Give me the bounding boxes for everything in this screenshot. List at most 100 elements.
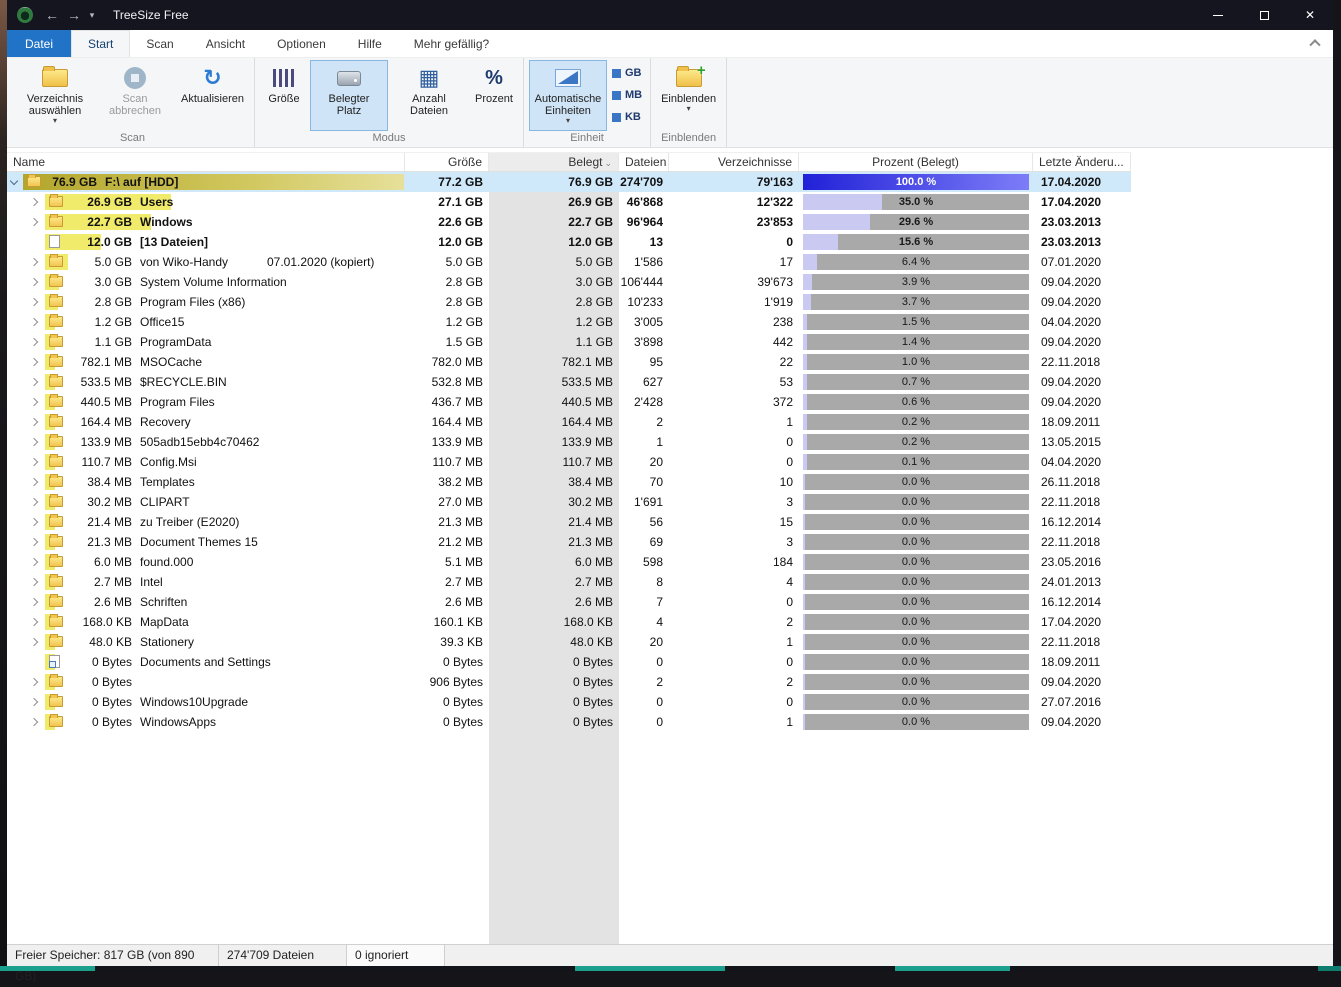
size-bars-icon — [273, 69, 295, 87]
expander-icon[interactable] — [31, 398, 41, 408]
table-row[interactable]: 440.5 MBProgram Files436.7 MB440.5 MB2'4… — [7, 392, 1131, 412]
unit-button-kb[interactable]: KB — [608, 106, 646, 128]
expander-icon[interactable] — [31, 338, 41, 348]
column-header-name[interactable]: Name — [7, 153, 405, 171]
table-row[interactable]: 0 BytesWindows10Upgrade0 Bytes0 Bytes000… — [7, 692, 1131, 712]
expander-icon[interactable] — [11, 178, 21, 188]
table-row[interactable]: 38.4 MBTemplates38.2 MB38.4 MB70100.0 %2… — [7, 472, 1131, 492]
einblenden-button[interactable]: Einblenden▾ — [656, 60, 721, 131]
expander-icon[interactable] — [31, 558, 41, 568]
unit-button-mb[interactable]: MB — [608, 84, 646, 106]
scan-abbrechen-button[interactable]: Scan abbrechen — [96, 60, 174, 131]
column-header-prozent-belegt[interactable]: Prozent (Belegt) — [799, 153, 1033, 171]
expander-icon[interactable] — [31, 478, 41, 488]
prozent-button[interactable]: %Prozent — [470, 60, 518, 131]
expander-icon[interactable] — [31, 318, 41, 328]
expander-icon[interactable] — [31, 498, 41, 508]
anzahl-dateien-button[interactable]: ▦Anzahl Dateien — [390, 60, 468, 131]
belegter-platz-button[interactable]: Belegter Platz — [310, 60, 388, 131]
collapse-ribbon-icon[interactable] — [1311, 38, 1321, 48]
expander-icon[interactable] — [31, 598, 41, 608]
table-row[interactable]: 12.0 GB[13 Dateien]12.0 GB12.0 GB13015.6… — [7, 232, 1131, 252]
table-row[interactable]: 533.5 MB$RECYCLE.BIN532.8 MB533.5 MB6275… — [7, 372, 1131, 392]
table-row[interactable]: 3.0 GBSystem Volume Information2.8 GB3.0… — [7, 272, 1131, 292]
tab-scan[interactable]: Scan — [130, 30, 189, 57]
table-row[interactable]: 5.0 GBvon Wiko-Handy07.01.2020 (kopiert)… — [7, 252, 1131, 272]
table-row[interactable]: 133.9 MB505adb15ebb4c70462133.9 MB133.9 … — [7, 432, 1131, 452]
forward-icon[interactable]: → — [63, 7, 85, 23]
table-row[interactable]: 2.6 MBSchriften2.6 MB2.6 MB700.0 %16.12.… — [7, 592, 1131, 612]
back-icon[interactable]: ← — [41, 7, 63, 23]
table-row[interactable]: 164.4 MBRecovery164.4 MB164.4 MB210.2 %1… — [7, 412, 1131, 432]
stop-icon — [124, 67, 146, 89]
table-row[interactable]: 1.1 GBProgramData1.5 GB1.1 GB3'8984421.4… — [7, 332, 1131, 352]
table-row[interactable]: 48.0 KBStationery39.3 KB48.0 KB2010.0 %2… — [7, 632, 1131, 652]
table-row[interactable]: 76.9 GBF:\ auf [HDD]77.2 GB76.9 GB274'70… — [7, 172, 1131, 192]
quickaccess-caret-icon[interactable]: ▾ — [85, 10, 99, 21]
tab-hilfe[interactable]: Hilfe — [342, 30, 398, 57]
expander-icon[interactable] — [31, 298, 41, 308]
cell-date: 09.04.2020 — [1033, 712, 1131, 732]
cell-dateien: 96'964 — [619, 212, 669, 232]
expander-icon[interactable] — [31, 718, 41, 728]
unit-button-gb[interactable]: GB — [608, 62, 646, 84]
expander-icon[interactable] — [31, 458, 41, 468]
table-row[interactable]: 21.4 MBzu Treiber (E2020)21.3 MB21.4 MB5… — [7, 512, 1131, 532]
expander-icon[interactable] — [31, 538, 41, 548]
expander-icon[interactable] — [31, 678, 41, 688]
maximize-button[interactable] — [1241, 0, 1287, 30]
expander-icon[interactable] — [31, 638, 41, 648]
expander-icon[interactable] — [31, 218, 41, 228]
expander-icon[interactable] — [31, 198, 41, 208]
table-row[interactable]: 2.7 MBIntel2.7 MB2.7 MB840.0 %24.01.2013 — [7, 572, 1131, 592]
expander-icon[interactable] — [31, 698, 41, 708]
table-row[interactable]: 30.2 MBCLIPART27.0 MB30.2 MB1'69130.0 %2… — [7, 492, 1131, 512]
cell-verzeichnisse: 2 — [669, 612, 799, 632]
row-name-label: von Wiko-Handy — [140, 252, 228, 272]
table-row[interactable]: 110.7 MBConfig.Msi110.7 MB110.7 MB2000.1… — [7, 452, 1131, 472]
expander-icon[interactable] — [31, 618, 41, 628]
expander-icon[interactable] — [31, 438, 41, 448]
table-row[interactable]: 0 Bytes906 Bytes0 Bytes220.0 %09.04.2020 — [7, 672, 1131, 692]
close-button[interactable]: ✕ — [1287, 0, 1333, 30]
column-header-größe[interactable]: Größe — [405, 153, 489, 171]
table-row[interactable]: 782.1 MBMSOCache782.0 MB782.1 MB95221.0 … — [7, 352, 1131, 372]
cell-groesse: 160.1 KB — [405, 612, 489, 632]
expander-icon[interactable] — [31, 518, 41, 528]
cell-date: 18.09.2011 — [1033, 652, 1131, 672]
cell-date: 07.01.2020 — [1033, 252, 1131, 272]
table-row[interactable]: 0 BytesDocuments and Settings0 Bytes0 By… — [7, 652, 1131, 672]
percent-bar: 0.0 % — [803, 574, 1029, 590]
expander-icon[interactable] — [31, 378, 41, 388]
column-header-dateien[interactable]: Dateien — [619, 153, 669, 171]
tab-start[interactable]: Start — [71, 30, 130, 57]
table-row[interactable]: 0 BytesWindowsApps0 Bytes0 Bytes010.0 %0… — [7, 712, 1131, 732]
column-header-letzte-änderu[interactable]: Letzte Änderu... — [1033, 153, 1131, 171]
expander-icon[interactable] — [31, 278, 41, 288]
column-header-verzeichnisse[interactable]: Verzeichnisse — [669, 153, 799, 171]
tab-optionen[interactable]: Optionen — [261, 30, 342, 57]
tab-datei[interactable]: Datei — [7, 30, 71, 57]
table-row[interactable]: 26.9 GBUsers27.1 GB26.9 GB46'86812'32235… — [7, 192, 1131, 212]
expander-icon[interactable] — [31, 358, 41, 368]
expander-icon[interactable] — [31, 418, 41, 428]
aktualisieren-button[interactable]: ↻Aktualisieren — [176, 60, 249, 131]
expander-icon[interactable] — [31, 258, 41, 268]
table-row[interactable]: 2.8 GBProgram Files (x86)2.8 GB2.8 GB10'… — [7, 292, 1131, 312]
minimize-button[interactable] — [1195, 0, 1241, 30]
column-header-belegt[interactable]: Belegt⌄ — [489, 153, 619, 171]
table-row[interactable]: 168.0 KBMapData160.1 KB168.0 KB420.0 %17… — [7, 612, 1131, 632]
tab-mehr-gefällig[interactable]: Mehr gefällig? — [398, 30, 505, 57]
tab-ansicht[interactable]: Ansicht — [190, 30, 261, 57]
automatische-einheiten-button[interactable]: Automatische Einheiten▾ — [529, 60, 607, 131]
table-row[interactable]: 21.3 MBDocument Themes 1521.2 MB21.3 MB6… — [7, 532, 1131, 552]
table-row[interactable]: 6.0 MBfound.0005.1 MB6.0 MB5981840.0 %23… — [7, 552, 1131, 572]
percent-bar: 0.0 % — [803, 594, 1029, 610]
größe-button[interactable]: Größe — [260, 60, 308, 131]
cell-date: 09.04.2020 — [1033, 672, 1131, 692]
expander-icon[interactable] — [31, 578, 41, 588]
table-header: NameGrößeBelegt⌄DateienVerzeichnisseProz… — [7, 152, 1131, 172]
table-row[interactable]: 1.2 GBOffice151.2 GB1.2 GB3'0052381.5 %0… — [7, 312, 1131, 332]
verzeichnis-auswählen-button[interactable]: Verzeichnis auswählen▾ — [16, 60, 94, 131]
table-row[interactable]: 22.7 GBWindows22.6 GB22.7 GB96'96423'853… — [7, 212, 1131, 232]
